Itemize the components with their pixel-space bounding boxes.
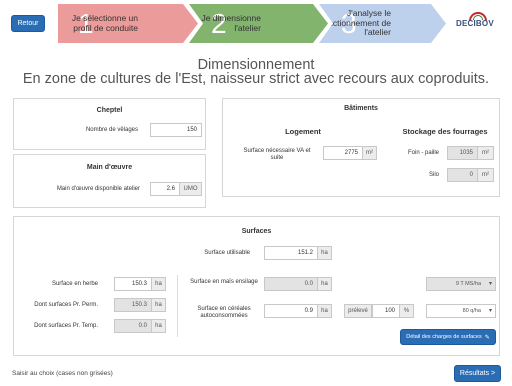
preleve-unit: % (400, 304, 414, 318)
decibov-logo: DECIBOV (456, 12, 498, 38)
cereales-yield-value: 80 q/ha (462, 308, 481, 314)
mais-yield-value: 9 T MS/ha (455, 281, 481, 287)
foin-paille-input: 1035 (447, 146, 478, 160)
step-3[interactable]: 3 J'analyse le fonctionnement de l'ateli… (319, 4, 446, 43)
logo-text: DECIBOV (456, 19, 494, 28)
logement-surface-label: Surface nécessaire VA et suite (243, 148, 311, 161)
back-button[interactable]: Retour (11, 15, 45, 32)
cereales-label: Surface en céréales autoconsommées (197, 306, 251, 319)
logement-surface-input[interactable]: 2775 (323, 146, 363, 160)
cereales-yield-select[interactable]: 80 q/ha ▾ (426, 304, 496, 318)
herbe-input[interactable]: 150.3 (114, 277, 152, 291)
step-1-label: Je sélectionne un profil de conduite (71, 13, 138, 33)
herbe-label: Surface en herbe (51, 281, 98, 287)
utilisable-unit: ha (318, 246, 332, 260)
foin-paille-unit: m² (478, 146, 494, 160)
cheptel-header: Cheptel (96, 107, 123, 114)
pr-temp-unit: ha (152, 319, 166, 333)
pr-temp-label: Dont surfaces Pr. Temp. (34, 323, 98, 329)
surfaces-divider (177, 275, 178, 337)
main-oeuvre-unit: UMO (180, 182, 202, 196)
utilisable-input[interactable]: 151.2 (264, 246, 318, 260)
logement-surface-unit: m² (363, 146, 377, 160)
step-1[interactable]: 1 Je sélectionne un profil de conduite (58, 4, 198, 43)
pr-temp-input: 0.0 (114, 319, 152, 333)
stockage-header: Stockage des fourrages (402, 127, 488, 136)
results-button[interactable]: Résultats > (454, 365, 501, 382)
herbe-unit: ha (152, 277, 166, 291)
utilisable-label: Surface utilisable (204, 250, 250, 256)
main-oeuvre-input[interactable]: 2.6 (150, 182, 180, 196)
surfaces-header: Surfaces (241, 228, 272, 235)
velages-input[interactable]: 150 (150, 123, 202, 137)
cereales-unit: ha (318, 304, 332, 318)
logement-header: Logement (285, 127, 321, 136)
silo-unit: m² (478, 168, 494, 182)
velages-label: Nombre de vêlages (85, 127, 138, 133)
mais-yield-select: 9 T MS/ha ▾ (426, 277, 496, 291)
cheptel-panel: Cheptel Nombre de vêlages 150 (13, 98, 206, 150)
silo-input: 0 (447, 168, 478, 182)
step-2-label: Je dimensionne l'atelier (201, 13, 261, 33)
footer-hint: Saisir au choix (cases non grisées) (12, 370, 113, 377)
surfaces-panel: Surfaces Surface utilisable 151.2 ha Sur… (13, 216, 500, 356)
preleve-label: prélevé (344, 304, 372, 318)
main-oeuvre-label: Main d'œuvre disponible atelier (56, 186, 140, 192)
pr-perm-input: 150.3 (114, 298, 152, 312)
silo-label: Silo (428, 172, 439, 178)
main-oeuvre-panel: Main d'œuvre Main d'œuvre disponible ate… (13, 154, 206, 208)
batiments-header: Bâtiments (344, 105, 378, 112)
detail-charges-button[interactable]: Détail des charges de surfaces ✎ (400, 329, 496, 345)
step-2[interactable]: 2 Je dimensionne l'atelier (189, 4, 328, 43)
detail-charges-label: Détail des charges de surfaces (406, 334, 482, 340)
pr-perm-unit: ha (152, 298, 166, 312)
page-subtitle: En zone de cultures de l'Est, naisseur s… (22, 71, 490, 87)
mais-input: 0.0 (264, 277, 318, 291)
chevron-down-icon: ▾ (488, 308, 492, 314)
foin-paille-label: Foin - paille (407, 150, 439, 156)
mais-label: Surface en maïs ensilage (190, 279, 258, 285)
step-3-label: J'analyse le fonctionnement de l'atelier (321, 8, 391, 38)
cereales-input[interactable]: 0.9 (264, 304, 318, 318)
chevron-down-icon: ▾ (488, 281, 492, 287)
preleve-input[interactable]: 100 (372, 304, 400, 318)
batiments-panel: Bâtiments Logement Stockage des fourrage… (222, 98, 500, 197)
mais-unit: ha (318, 277, 332, 291)
pencil-icon: ✎ (484, 334, 490, 341)
pr-perm-label: Dont surfaces Pr. Perm. (34, 302, 98, 308)
main-oeuvre-header: Main d'œuvre (86, 164, 133, 171)
